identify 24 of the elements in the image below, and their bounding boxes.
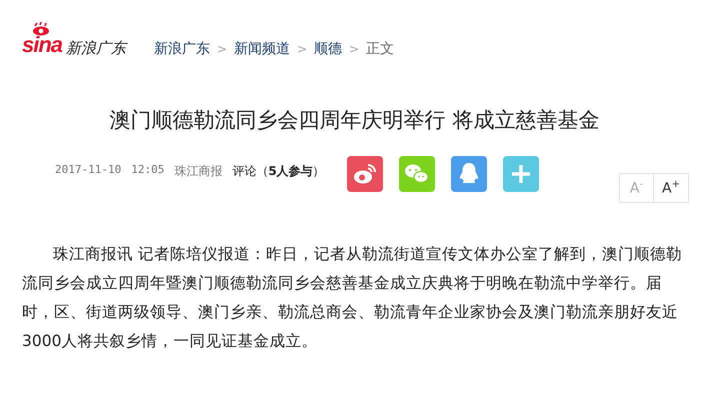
- site-name: 新浪广东: [66, 39, 126, 58]
- site-logo[interactable]: sina: [22, 22, 62, 58]
- eye-icon: [32, 22, 50, 36]
- qq-share-button[interactable]: [450, 156, 487, 192]
- plus-icon: [510, 163, 532, 185]
- chat-bubbles-icon: [404, 164, 428, 184]
- breadcrumb-link[interactable]: 新浪广东: [154, 40, 210, 58]
- separator: >: [349, 42, 360, 56]
- separator: >: [217, 42, 228, 56]
- publish-date: 2017-11-10: [55, 163, 122, 178]
- publish-time: 12:05: [131, 163, 164, 178]
- article-paragraph: 珠江商报讯 记者陈培仪报道：昨日，记者从勒流街道宣传文体办公室了解到，澳门顺德勒流同乡会成立四周年暨澳门顺德勒流同乡会慈善基金成立庆典将于明晚在勒流中学举行。届时，区、街道两级领导、澳门乡亲、勒流总商会、勒流青年企业家协会及澳门勒流亲朋好友近3000人将共叙乡情，一同见证基金成立。: [22, 244, 683, 352]
- breadcrumb-link[interactable]: 新闻频道: [234, 40, 290, 58]
- breadcrumb-link[interactable]: 顺德: [314, 40, 342, 58]
- eye-waves-icon: [354, 164, 376, 184]
- separator: >: [297, 42, 308, 56]
- weibo-share-button[interactable]: [346, 156, 383, 192]
- article-title: 澳门顺德勒流同乡会四周年庆明举行 将成立慈善基金: [108, 107, 600, 134]
- wechat-share-button[interactable]: [398, 156, 435, 192]
- breadcrumb-current: 正文: [366, 40, 394, 58]
- comments-link[interactable]: 评论（5人参与）: [232, 163, 325, 180]
- penguin-icon: [460, 163, 478, 183]
- more-share-button[interactable]: [502, 156, 539, 192]
- source-name: 珠江商报: [174, 163, 222, 180]
